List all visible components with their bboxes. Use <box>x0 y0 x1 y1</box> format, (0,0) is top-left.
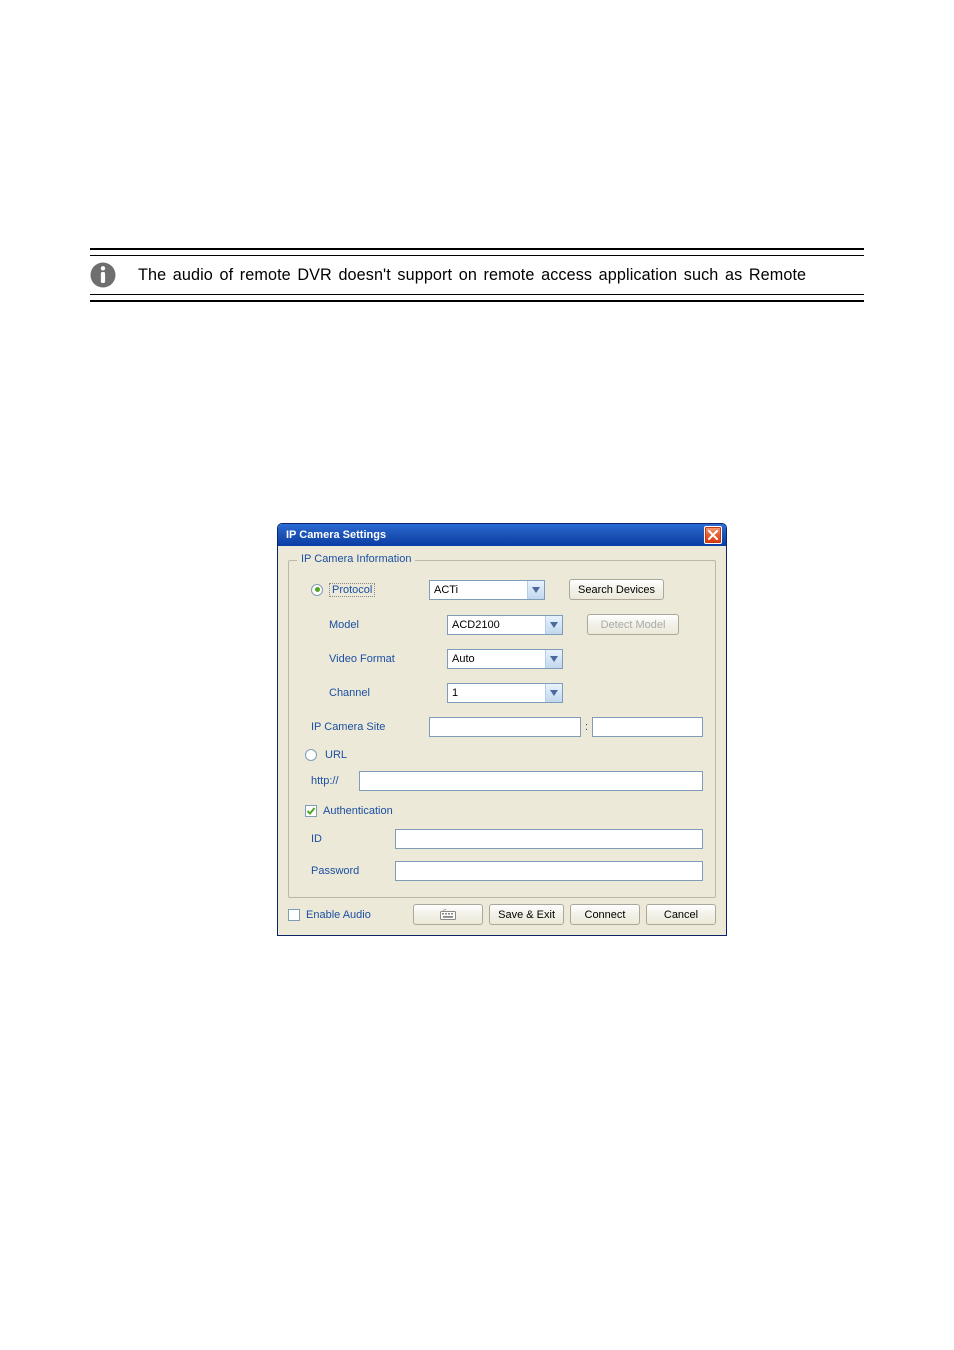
id-input[interactable] <box>395 829 703 849</box>
channel-select-value: 1 <box>452 687 458 699</box>
chevron-down-icon <box>545 650 562 668</box>
note-block: The audio of remote DVR doesn't support … <box>90 248 864 302</box>
ip-camera-settings-dialog: IP Camera Settings IP Camera Information… <box>277 523 727 936</box>
video-format-label: Video Format <box>329 653 395 665</box>
titlebar[interactable]: IP Camera Settings <box>278 524 726 546</box>
url-prefix: http:// <box>301 775 359 787</box>
info-icon <box>90 262 116 288</box>
chevron-down-icon <box>545 684 562 702</box>
connect-label: Connect <box>585 909 626 921</box>
channel-select[interactable]: 1 <box>447 683 563 703</box>
dialog-title: IP Camera Settings <box>286 529 704 541</box>
group-legend: IP Camera Information <box>297 553 415 565</box>
protocol-select-value: ACTi <box>434 584 458 596</box>
id-label: ID <box>301 833 395 845</box>
note-text: The audio of remote DVR doesn't support … <box>138 266 806 285</box>
ip-camera-port-input[interactable] <box>592 717 703 737</box>
ip-port-separator: : <box>584 721 589 733</box>
password-input[interactable] <box>395 861 703 881</box>
authentication-checkbox[interactable] <box>305 805 317 817</box>
keyboard-icon <box>440 909 456 920</box>
save-exit-label: Save & Exit <box>498 909 555 921</box>
url-label: URL <box>325 749 347 761</box>
protocol-label: Protocol <box>329 583 375 597</box>
ip-camera-site-label: IP Camera Site <box>311 721 385 733</box>
cancel-label: Cancel <box>664 909 698 921</box>
url-input[interactable] <box>359 771 703 791</box>
detect-model-button[interactable]: Detect Model <box>587 614 679 635</box>
enable-audio-checkbox[interactable] <box>288 909 300 921</box>
rule <box>90 300 864 302</box>
model-label: Model <box>329 619 359 631</box>
chevron-down-icon <box>527 581 544 599</box>
dialog-body: IP Camera Information Protocol ACTi Sear… <box>278 546 726 935</box>
connect-button[interactable]: Connect <box>570 904 640 925</box>
url-radio[interactable] <box>305 749 317 761</box>
model-select-value: ACD2100 <box>452 619 500 631</box>
chevron-down-icon <box>545 616 562 634</box>
rule <box>90 294 864 295</box>
video-format-select[interactable]: Auto <box>447 649 563 669</box>
channel-label: Channel <box>329 687 370 699</box>
close-icon <box>708 530 718 540</box>
search-devices-label: Search Devices <box>578 584 655 596</box>
enable-audio-label: Enable Audio <box>306 909 371 921</box>
rule <box>90 248 864 250</box>
save-exit-button[interactable]: Save & Exit <box>489 904 564 925</box>
ip-camera-site-input[interactable] <box>429 717 581 737</box>
ip-camera-information-group: IP Camera Information Protocol ACTi Sear… <box>288 560 716 898</box>
detect-model-label: Detect Model <box>601 619 666 631</box>
virtual-keyboard-button[interactable] <box>413 904 483 925</box>
protocol-select[interactable]: ACTi <box>429 580 545 600</box>
search-devices-button[interactable]: Search Devices <box>569 579 664 600</box>
password-label: Password <box>301 865 395 877</box>
cancel-button[interactable]: Cancel <box>646 904 716 925</box>
protocol-radio[interactable] <box>311 584 323 596</box>
check-icon <box>306 806 316 816</box>
close-button[interactable] <box>704 526 722 544</box>
authentication-label: Authentication <box>323 805 393 817</box>
model-select[interactable]: ACD2100 <box>447 615 563 635</box>
video-format-select-value: Auto <box>452 653 475 665</box>
